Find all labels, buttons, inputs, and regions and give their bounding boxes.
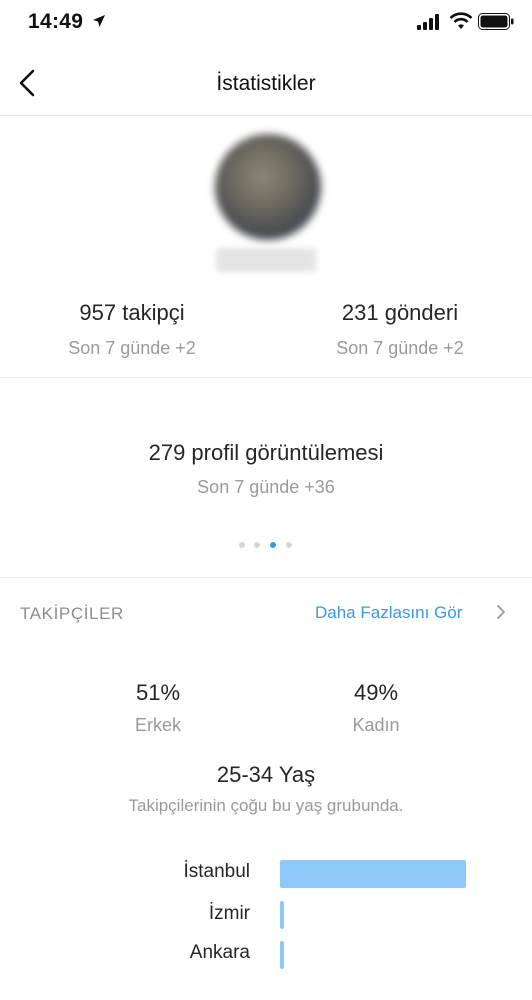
- battery-icon: [478, 13, 514, 30]
- city-bar-istanbul: [280, 860, 466, 888]
- cellular-signal-icon: [417, 14, 439, 30]
- status-time: 14:49: [28, 10, 84, 33]
- section-title-followers: TAKİPÇİLER: [20, 604, 124, 623]
- followers-delta: Son 7 günde +2: [68, 338, 196, 358]
- divider: [0, 377, 532, 378]
- see-more-link[interactable]: Daha Fazlasını Gör: [315, 603, 462, 623]
- pager-dot[interactable]: [286, 542, 292, 548]
- age-group: 25-34 Yaş: [216, 762, 316, 787]
- wifi-icon: [449, 12, 473, 29]
- status-bar: 14:49: [0, 0, 532, 44]
- posts-delta: Son 7 günde +2: [336, 338, 464, 358]
- city-label-ankara: Ankara: [189, 942, 250, 963]
- profile-views-delta: Son 7 günde +36: [197, 477, 335, 497]
- profile-avatar: [215, 134, 321, 240]
- pager-dot[interactable]: [254, 542, 260, 548]
- page-title: İstatistikler: [216, 72, 316, 95]
- profile-views-count: 279 profil görüntülemesi: [148, 440, 384, 465]
- divider: [0, 577, 532, 578]
- chevron-right-icon[interactable]: [494, 603, 508, 621]
- gender-female-label: Kadın: [352, 715, 400, 735]
- pager-dot[interactable]: [239, 542, 245, 548]
- location-arrow-icon: [93, 15, 105, 27]
- gender-female-percent: 49%: [353, 680, 399, 705]
- city-bar-izmir: [280, 901, 284, 929]
- navigation-bar: İstatistikler: [0, 50, 532, 116]
- age-caption: Takipçilerinin çoğu bu yaş grubunda.: [128, 796, 404, 815]
- followers-count: 957 takipçi: [79, 300, 185, 325]
- gender-male-label: Erkek: [134, 715, 181, 735]
- city-label-istanbul: İstanbul: [183, 861, 250, 882]
- city-bar-ankara: [280, 941, 284, 969]
- gender-male-percent: 51%: [135, 680, 181, 705]
- posts-count: 231 gönderi: [341, 300, 459, 325]
- pager-dot-active[interactable]: [270, 542, 276, 548]
- city-label-izmir: İzmir: [208, 903, 250, 924]
- profile-username-blurred: [216, 248, 316, 272]
